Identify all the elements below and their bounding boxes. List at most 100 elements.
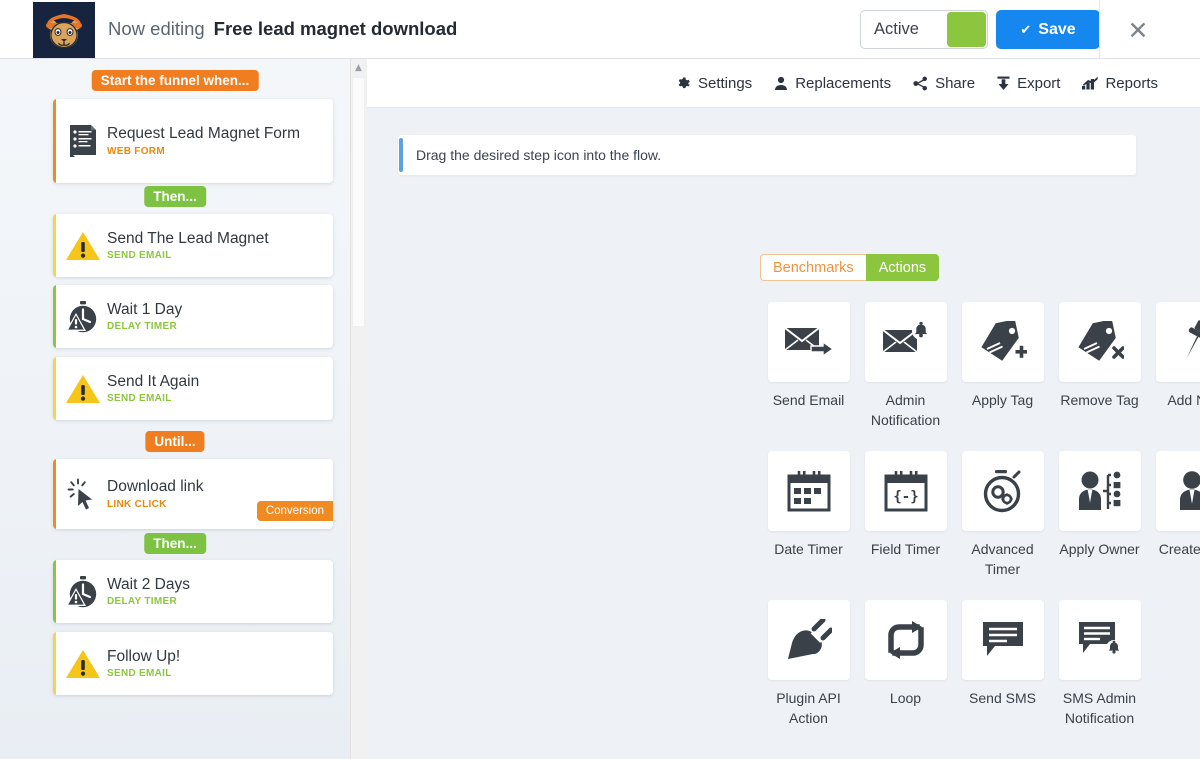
chart-icon [1082,76,1098,90]
flow-step-card[interactable]: Wait 2 DaysDELAY TIMER [53,560,333,623]
flow-step-card[interactable]: Send The Lead MagnetSEND EMAIL [53,214,333,277]
flow-step-card[interactable]: Wait 1 DayDELAY TIMER [53,285,333,348]
drag-hint-bar: Drag the desired step icon into the flow… [398,135,1136,175]
gear-icon [676,76,691,91]
admin-notification-icon[interactable] [865,302,947,382]
editing-title-group: Now editing Free lead magnet download [108,0,457,58]
step-text-block: Follow Up!SEND EMAIL [107,648,333,680]
pin-note-icon[interactable] [1156,302,1200,382]
action-tile[interactable]: Apply Tag [954,302,1051,451]
action-tile-label: Remove Tag [1053,391,1146,411]
step-accent-bar [53,285,56,348]
action-tile[interactable]: Plugin API Action [760,600,857,749]
flow-step-card[interactable]: Follow Up!SEND EMAIL [53,632,333,695]
step-text-block: Request Lead Magnet Form WEB FORM [107,125,333,157]
toolbar-item-reports[interactable]: Reports [1082,75,1158,92]
active-status-toggle[interactable]: Active [860,10,988,49]
drag-hint-text: Drag the desired step icon into the flow… [403,147,661,163]
action-tile-label: Apply Owner [1053,540,1146,560]
loop-icon[interactable] [865,600,947,680]
stopwatch-gears-icon[interactable] [962,451,1044,531]
step-accent-bar [53,357,56,420]
action-tile-label: Field Timer [859,540,952,560]
action-tile[interactable]: Admin Notification [857,302,954,451]
send-email-icon[interactable] [768,302,850,382]
calendar-icon[interactable] [768,451,850,531]
sms-admin-icon[interactable] [1059,600,1141,680]
warning-triangle-icon [53,373,107,405]
action-tile[interactable]: Remove Tag [1051,302,1148,451]
toggle-knob[interactable] [947,12,986,47]
flow-connector-label: Then... [153,189,197,204]
header-divider [1099,0,1100,58]
tab-benchmarks[interactable]: Benchmarks [760,254,866,281]
toolbar-item-export[interactable]: Export [997,75,1060,92]
link-click-icon [53,477,107,511]
action-tile-label: Loop [859,689,952,709]
scroll-up-arrow-icon[interactable]: ▲ [351,60,366,76]
calendar-field-icon[interactable]: {-} [865,451,947,531]
action-tile[interactable]: Send Email [760,302,857,451]
action-tile-label: Create User [1150,540,1200,560]
action-tile[interactable]: Advanced Timer [954,451,1051,600]
save-button[interactable]: ✔ Save [996,10,1100,49]
step-accent-bar [53,632,56,695]
action-tile[interactable]: Add Note [1148,302,1200,451]
warning-triangle-icon [53,648,107,680]
flow-step-card[interactable]: Request Lead Magnet Form WEB FORM [53,99,333,183]
scrollbar-thumb[interactable] [352,77,365,327]
lion-mascot-logo[interactable] [33,2,95,58]
step-name: Follow Up! [107,648,325,667]
step-text-block: Send The Lead MagnetSEND EMAIL [107,230,333,262]
flow-connector-pill: Until... [145,431,204,452]
toolbar-label-share: Share [935,75,975,92]
step-kind-label: DELAY TIMER [107,596,325,607]
step-name: Wait 2 Days [107,576,325,595]
action-tile-label: Send Email [762,391,855,411]
delay-timer-icon [53,575,107,609]
action-tile[interactable]: Loop [857,600,954,749]
plug-icon[interactable] [768,600,850,680]
action-tile[interactable]: SMS Admin Notification [1051,600,1148,749]
action-tile[interactable]: {-} Field Timer [857,451,954,600]
web-form-icon [53,124,107,158]
delay-timer-icon [53,300,107,334]
action-tile-label: Add Note [1150,391,1200,411]
flow-connector-pill: Then... [144,533,206,554]
page-title: Free lead magnet download [214,18,458,40]
step-kind-label: SEND EMAIL [107,668,325,679]
flow-step-card[interactable]: Send It AgainSEND EMAIL [53,357,333,420]
action-tile-label: Admin Notification [859,391,952,431]
sms-icon[interactable] [962,600,1044,680]
step-text-block: Send It AgainSEND EMAIL [107,373,333,405]
step-picker-panel: Settings Replacements Sh [367,59,1200,759]
toolbar-item-settings[interactable]: Settings [676,75,752,92]
action-tile[interactable]: Date Timer [760,451,857,600]
action-tile[interactable]: Create User [1148,451,1200,600]
action-tile[interactable]: Send SMS [954,600,1051,749]
toolbar-label-reports: Reports [1105,75,1158,92]
toolbar-item-share[interactable]: Share [913,75,975,92]
flow-connector-pill: Start the funnel when... [92,70,259,91]
apply-tag-icon[interactable] [962,302,1044,382]
step-kind-label: WEB FORM [107,146,325,157]
tab-actions[interactable]: Actions [866,254,940,281]
toolbar-item-replacements[interactable]: Replacements [774,75,891,92]
step-accent-bar [53,459,56,529]
action-tile[interactable]: Apply Owner [1051,451,1148,600]
flow-step-card[interactable]: Download linkLINK CLICKConversion [53,459,333,529]
top-header-bar: Now editing Free lead magnet download Ac… [0,0,1200,59]
step-category-tabs: Benchmarks Actions [760,254,939,281]
apply-owner-icon[interactable] [1059,451,1141,531]
save-button-label: Save [1038,21,1075,39]
step-name: Wait 1 Day [107,301,325,320]
create-user-icon[interactable] [1156,451,1200,531]
action-tile-label: Send SMS [956,689,1049,709]
step-name: Request Lead Magnet Form [107,125,325,144]
remove-tag-icon[interactable] [1059,302,1141,382]
action-tile-label: SMS Admin Notification [1053,689,1146,729]
close-icon[interactable]: ✕ [1113,10,1163,50]
action-tile-label: Apply Tag [956,391,1049,411]
step-kind-label: SEND EMAIL [107,393,325,404]
toolbar-label-settings: Settings [698,75,752,92]
